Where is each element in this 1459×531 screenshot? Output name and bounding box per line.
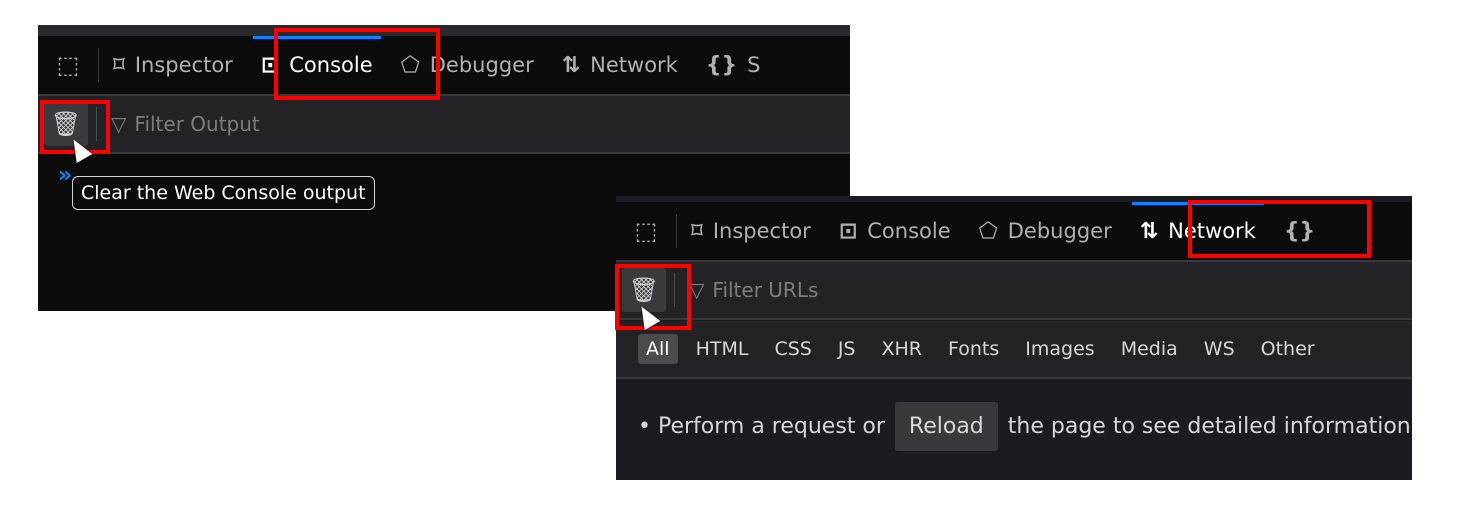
highlight-console-tab: [274, 28, 440, 100]
type-images[interactable]: Images: [1017, 334, 1102, 364]
type-fonts[interactable]: Fonts: [940, 334, 1007, 364]
console-icon: ⊡: [838, 218, 858, 244]
devtools-tabbar: ⬚ ⌑ Inspector ⊡ Console ⬠ Debugger ⇅ Network…: [38, 36, 850, 96]
inspector-icon: ⌑: [691, 218, 703, 244]
type-js[interactable]: JS: [830, 334, 864, 364]
highlight-network-tab: [1188, 200, 1371, 258]
network-icon: ⇅: [561, 52, 581, 78]
tab-style-editor[interactable]: {} S: [692, 36, 775, 94]
element-picker-button[interactable]: ⬚: [616, 214, 677, 248]
debugger-icon: ⬠: [978, 218, 998, 244]
filter-urls-input[interactable]: ▽ Filter URLs: [689, 278, 818, 302]
picker-icon: ⬚: [634, 217, 658, 245]
reload-button[interactable]: Reload: [894, 402, 998, 451]
console-prompt-icon: »: [58, 163, 73, 188]
type-media[interactable]: Media: [1113, 334, 1186, 364]
tab-network[interactable]: ⇅ Network: [548, 36, 692, 94]
tab-inspector[interactable]: ⌑ Inspector: [99, 36, 247, 94]
type-all[interactable]: All: [638, 334, 678, 364]
picker-icon: ⬚: [56, 51, 80, 79]
window-strip: [38, 25, 850, 36]
type-xhr[interactable]: XHR: [874, 334, 931, 364]
type-other[interactable]: Other: [1253, 334, 1323, 364]
filter-icon: ▽: [111, 112, 127, 136]
type-ws[interactable]: WS: [1196, 334, 1243, 364]
type-css[interactable]: CSS: [766, 334, 819, 364]
network-icon: ⇅: [1139, 218, 1159, 244]
tooltip: Clear the Web Console output: [72, 176, 375, 210]
tab-debugger[interactable]: ⬠ Debugger: [965, 202, 1126, 260]
request-type-filters: All HTML CSS JS XHR Fonts Images Media W…: [616, 321, 1412, 379]
element-picker-button[interactable]: ⬚: [38, 48, 99, 82]
filter-output-input[interactable]: ▽ Filter Output: [111, 112, 260, 136]
network-toolbar: 🗑 ▽ Filter URLs: [616, 262, 1412, 320]
console-toolbar: 🗑 ▽ Filter Output: [38, 96, 850, 154]
filter-icon: ▽: [689, 278, 705, 302]
empty-notice: • Perform a request or Reload the page t…: [638, 402, 1412, 451]
type-html[interactable]: HTML: [688, 334, 757, 364]
tab-console[interactable]: ⊡ Console: [825, 202, 965, 260]
tab-inspector[interactable]: ⌑ Inspector: [677, 202, 825, 260]
inspector-icon: ⌑: [113, 52, 125, 78]
style-editor-icon: {}: [705, 52, 738, 78]
